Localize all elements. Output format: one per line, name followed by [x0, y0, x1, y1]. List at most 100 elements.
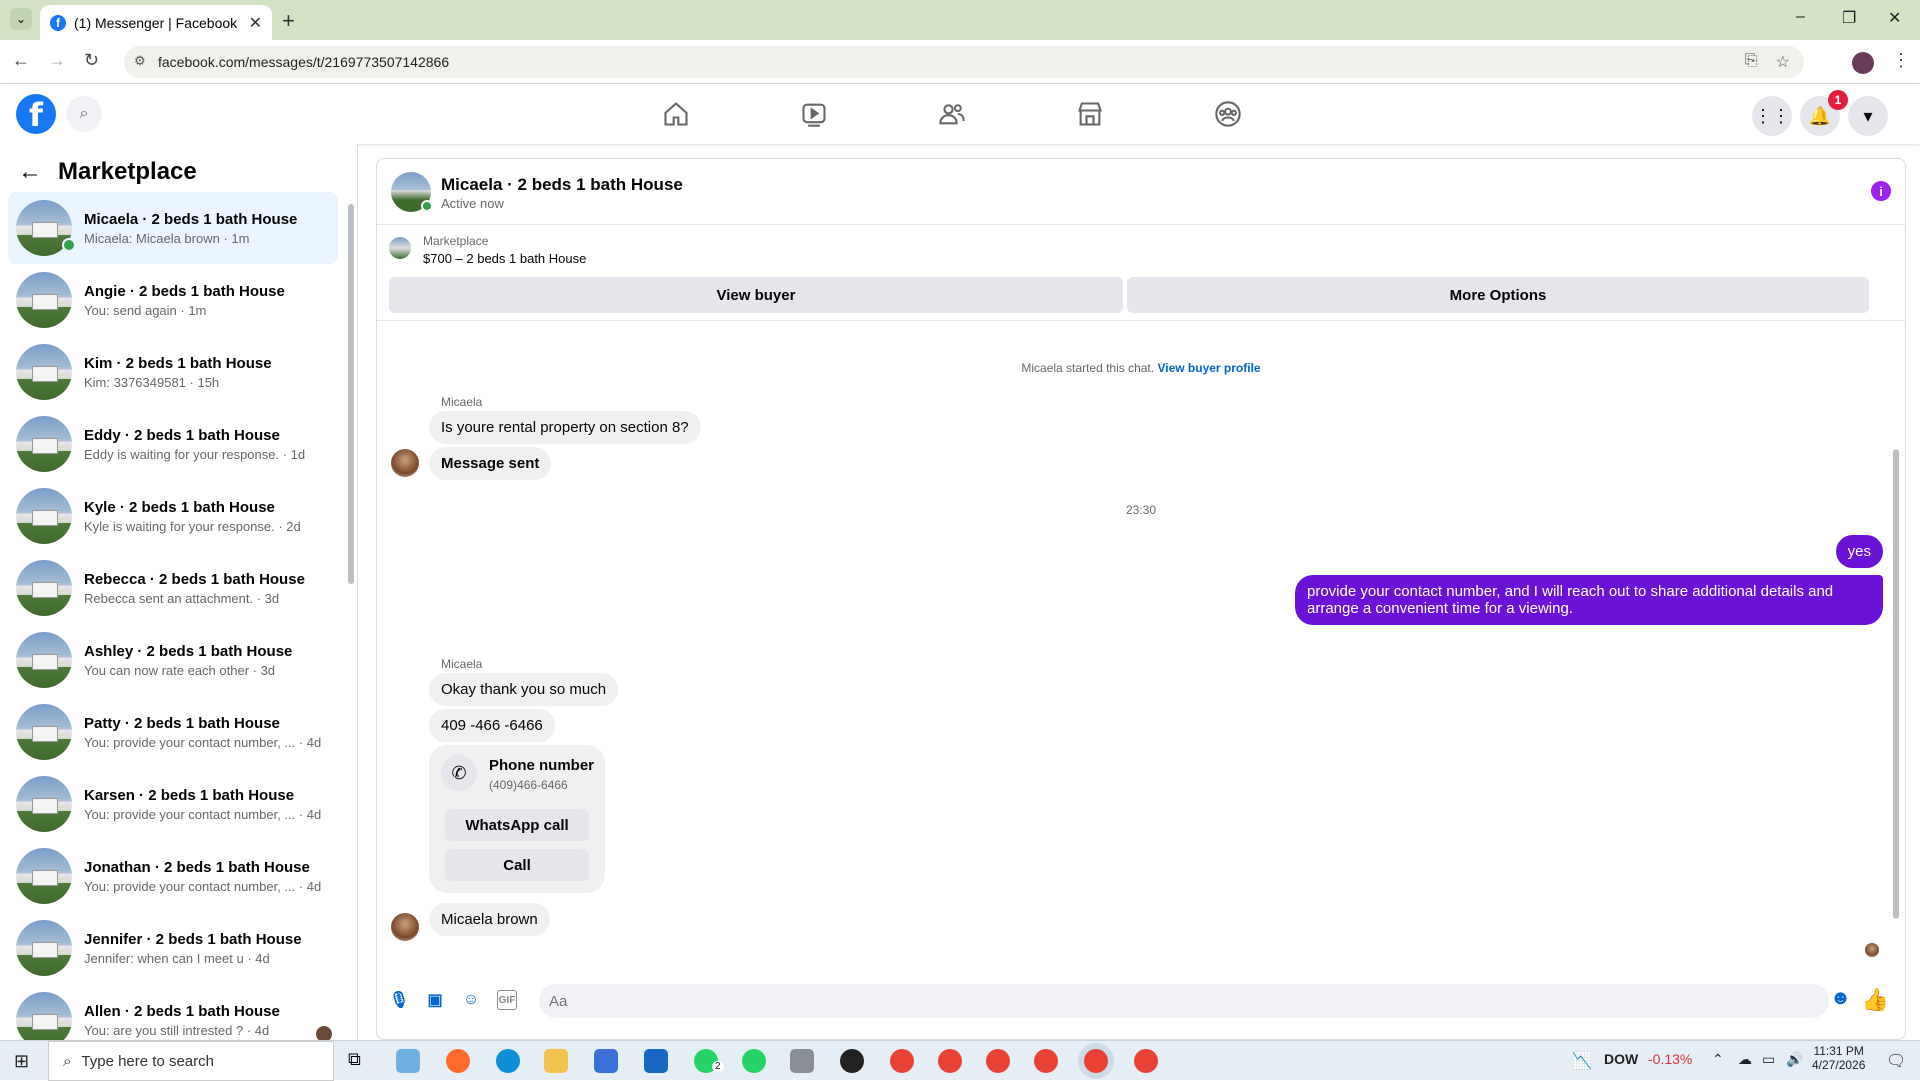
- volume-icon[interactable]: 🔊: [1786, 1051, 1803, 1068]
- conversation-item[interactable]: Micaela · 2 beds 1 bath House Micaela: Mi…: [8, 192, 338, 264]
- firefox-app-icon[interactable]: [446, 1049, 470, 1073]
- minimize-button[interactable]: –: [1796, 8, 1805, 26]
- conversation-item[interactable]: Angie · 2 beds 1 bath House You: send aga…: [8, 264, 338, 336]
- conversation-item[interactable]: Jonathan · 2 beds 1 bath House You: provi…: [8, 840, 338, 912]
- edge-app-icon[interactable]: [496, 1049, 520, 1073]
- conversation-name: Allen · 2 beds 1 bath House: [84, 1002, 280, 1020]
- view-buyer-profile-link[interactable]: View buyer profile: [1157, 361, 1260, 375]
- like-thumb-icon[interactable]: 👍: [1862, 987, 1889, 1013]
- search-icon[interactable]: ⌕: [66, 96, 102, 132]
- network-icon[interactable]: ▭: [1762, 1051, 1775, 1068]
- tab-close-icon[interactable]: ✕: [249, 13, 262, 33]
- sender-avatar[interactable]: [391, 913, 419, 941]
- message-bubble[interactable]: 409 -466 -6466: [429, 709, 555, 742]
- chrome-app-icon[interactable]: [938, 1049, 962, 1073]
- home-icon[interactable]: [660, 98, 692, 130]
- chrome-app-icon-active[interactable]: [1084, 1049, 1108, 1073]
- more-options-button[interactable]: More Options: [1127, 277, 1869, 313]
- stock-name[interactable]: DOW: [1604, 1051, 1638, 1067]
- close-window-button[interactable]: ✕: [1888, 8, 1901, 28]
- my-message-bubble[interactable]: yes: [1835, 535, 1883, 568]
- microphone-icon[interactable]: 🎙: [389, 990, 409, 1010]
- listing-price[interactable]: $700 – 2 beds 1 bath House: [423, 251, 586, 266]
- photo-icon[interactable]: ▣: [425, 990, 445, 1010]
- task-view-icon[interactable]: ⧉: [348, 1049, 372, 1073]
- chrome-app-icon[interactable]: [890, 1049, 914, 1073]
- chrome-app-icon[interactable]: [1134, 1049, 1158, 1073]
- conversation-item[interactable]: Ashley · 2 beds 1 bath House You can now …: [8, 624, 338, 696]
- whatsapp-badge: 2: [712, 1061, 724, 1072]
- conversation-item[interactable]: Jennifer · 2 beds 1 bath House Jennifer: …: [8, 912, 338, 984]
- install-app-icon[interactable]: ⎘: [1745, 52, 1758, 72]
- browser-tab[interactable]: f (1) Messenger | Facebook ✕: [40, 5, 272, 40]
- address-bar[interactable]: ⚙ facebook.com/messages/t/21697735071428…: [124, 46, 1804, 78]
- whatsapp-call-button[interactable]: WhatsApp call: [445, 809, 589, 841]
- avatar: [16, 416, 72, 472]
- message-bubble[interactable]: Is youre rental property on section 8?: [429, 411, 701, 444]
- conversation-item[interactable]: Patty · 2 beds 1 bath House You: provide …: [8, 696, 338, 768]
- message-bubble[interactable]: Okay thank you so much: [429, 673, 619, 706]
- call-button[interactable]: Call: [445, 849, 589, 881]
- restore-button[interactable]: ❐: [1842, 8, 1856, 28]
- conversation-item[interactable]: Rebecca · 2 beds 1 bath House Rebecca sen…: [8, 552, 338, 624]
- marketplace-icon[interactable]: [1074, 98, 1106, 130]
- watch-icon[interactable]: [798, 98, 830, 130]
- info-icon[interactable]: i: [1871, 181, 1891, 201]
- avatar: [16, 992, 72, 1040]
- listing-bar: Marketplace $700 – 2 beds 1 bath House V…: [377, 225, 1905, 321]
- notepad-app-icon[interactable]: [396, 1049, 420, 1073]
- windows-start-icon[interactable]: ⊞: [14, 1051, 29, 1072]
- menu-grid-icon[interactable]: ⋮⋮: [1752, 96, 1792, 136]
- chat-scrollbar[interactable]: [1893, 449, 1899, 919]
- chat-title[interactable]: Micaela · 2 beds 1 bath House: [441, 175, 683, 195]
- read-receipt-avatar: [1865, 943, 1879, 957]
- conversation-item[interactable]: Kim · 2 beds 1 bath House Kim: 3376349581…: [8, 336, 338, 408]
- chrome-app-icon[interactable]: [1034, 1049, 1058, 1073]
- back-arrow-icon[interactable]: ←: [18, 158, 42, 186]
- taskbar-search[interactable]: ⌕ Type here to search: [48, 1041, 334, 1081]
- conversation-name: Kyle · 2 beds 1 bath House: [84, 498, 275, 516]
- facebook-logo-icon[interactable]: f: [16, 94, 56, 134]
- chrome-app-icon[interactable]: [986, 1049, 1010, 1073]
- sender-avatar[interactable]: [391, 449, 419, 477]
- back-icon[interactable]: ←: [12, 50, 30, 71]
- gif-icon[interactable]: GIF: [497, 990, 517, 1010]
- site-info-icon[interactable]: ⚙: [134, 53, 146, 69]
- reload-icon[interactable]: ↻: [84, 50, 99, 71]
- calculator-app-icon[interactable]: [790, 1049, 814, 1073]
- tab-search-button[interactable]: ⌄: [10, 8, 32, 30]
- new-tab-button[interactable]: +: [282, 8, 295, 34]
- conversation-item[interactable]: Kyle · 2 beds 1 bath House Kyle is waitin…: [8, 480, 338, 552]
- onedrive-icon[interactable]: ☁: [1738, 1051, 1752, 1068]
- outlook-app-icon[interactable]: [644, 1049, 668, 1073]
- groups-icon[interactable]: [1212, 98, 1244, 130]
- profile-avatar[interactable]: [1852, 52, 1874, 74]
- account-chevron-icon[interactable]: ▾: [1848, 96, 1888, 136]
- file-explorer-icon[interactable]: [544, 1049, 568, 1073]
- emoji-icon[interactable]: ☻: [1830, 987, 1851, 1010]
- chatgpt-app-icon[interactable]: [840, 1049, 864, 1073]
- forward-icon[interactable]: →: [48, 50, 66, 71]
- my-message-bubble[interactable]: provide your contact number, and I will …: [1295, 575, 1883, 625]
- sidebar-scrollbar[interactable]: [348, 204, 354, 584]
- message-input[interactable]: [539, 984, 1829, 1018]
- notification-badge: 1: [1828, 90, 1848, 110]
- tray-chevron-icon[interactable]: ⌃: [1712, 1051, 1724, 1068]
- conversation-item[interactable]: Eddy · 2 beds 1 bath House Eddy is waitin…: [8, 408, 338, 480]
- whatsapp-business-icon[interactable]: [742, 1049, 766, 1073]
- bookmark-star-icon[interactable]: ☆: [1776, 52, 1790, 72]
- notification-center-icon[interactable]: 🗨: [1886, 1051, 1906, 1071]
- browser-menu-icon[interactable]: ⋮: [1892, 50, 1910, 71]
- chat-started-text: Micaela started this chat.: [1021, 361, 1155, 375]
- sticker-icon[interactable]: ☺: [461, 990, 481, 1010]
- chat-header: Micaela · 2 beds 1 bath House Active now…: [377, 159, 1905, 225]
- conversation-item[interactable]: Karsen · 2 beds 1 bath House You: provide…: [8, 768, 338, 840]
- conversation-item[interactable]: Allen · 2 beds 1 bath House You: are you …: [8, 984, 338, 1040]
- avatar: [16, 488, 72, 544]
- message-bubble[interactable]: Micaela brown: [429, 903, 550, 936]
- friends-icon[interactable]: [936, 98, 968, 130]
- view-buyer-button[interactable]: View buyer: [389, 277, 1123, 313]
- message-bubble[interactable]: Message sent: [429, 447, 552, 480]
- store-app-icon[interactable]: [594, 1049, 618, 1073]
- clock[interactable]: 11:31 PM 4/27/2026: [1812, 1044, 1865, 1072]
